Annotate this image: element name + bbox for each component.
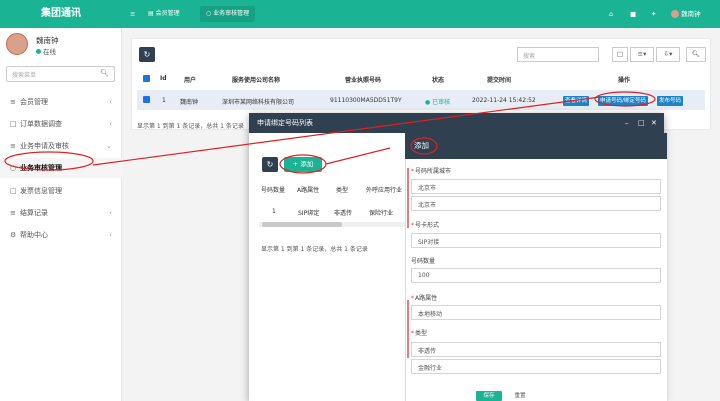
annotation-arrow-add <box>325 147 391 165</box>
annotation-circle-add <box>279 154 327 174</box>
annotation-circle-form <box>410 137 438 155</box>
annotation-circle-apply <box>594 91 656 107</box>
annotation-overlay <box>4 91 656 358</box>
annotation-circle-sidebar <box>4 151 94 171</box>
annotation-arrow-sidebar <box>92 96 601 166</box>
